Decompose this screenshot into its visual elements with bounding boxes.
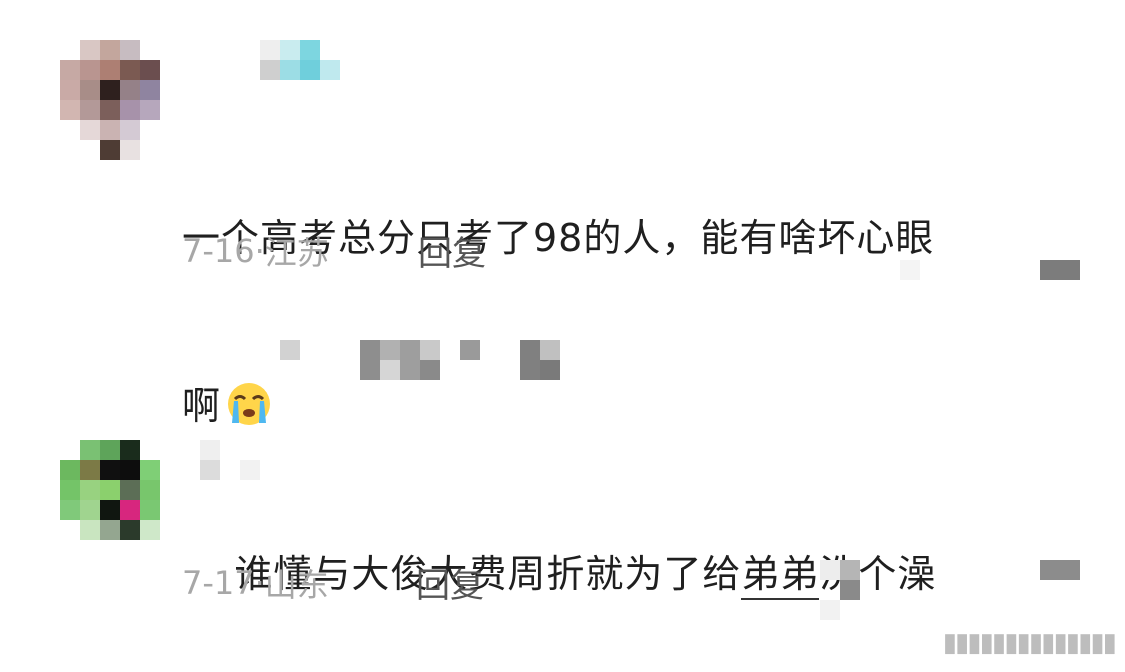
like-icon[interactable] — [1040, 560, 1080, 580]
redacted-block — [420, 360, 440, 380]
redacted-block — [360, 340, 380, 380]
username-fragment — [200, 460, 220, 480]
username-fragment — [300, 60, 320, 80]
redacted-block — [820, 560, 840, 580]
loudly-crying-face-emoji-icon — [228, 383, 271, 425]
username-fragment — [260, 60, 280, 80]
redacted-block — [820, 600, 840, 620]
redacted-block — [540, 360, 560, 380]
comment-link-word[interactable]: 弟弟 — [741, 552, 820, 600]
comment-location: 山东 — [264, 566, 329, 604]
redacted-block — [380, 360, 400, 380]
redacted-block — [420, 340, 440, 360]
redacted-block — [900, 260, 920, 280]
comment-location: 江苏 — [264, 234, 329, 272]
watermark: ▮▮▮▮▮▮▮▮▮▮▮▮▮▮ — [942, 628, 1117, 658]
avatar[interactable] — [60, 40, 160, 140]
like-icon[interactable] — [1040, 260, 1080, 280]
reply-button[interactable]: 回复 — [416, 558, 484, 607]
redacted-block — [520, 340, 540, 380]
comment-date: 7-17· — [182, 564, 265, 602]
username-fragment — [280, 60, 300, 80]
comment-text-line-2: 啊 — [182, 378, 1082, 434]
redacted-block — [380, 340, 400, 360]
comment-meta: 7-16· 江苏 — [182, 228, 329, 274]
comment-date: 7-16· — [182, 232, 265, 270]
redacted-block — [400, 340, 420, 380]
comment-text: 一个高考总分只考了98的人，能有啥坏心眼 啊 — [182, 98, 1082, 546]
username-fragment — [240, 460, 260, 480]
redacted-block — [540, 340, 560, 360]
comment-text-line-2-text: 啊 — [182, 384, 222, 428]
avatar[interactable] — [60, 440, 160, 540]
redacted-block — [460, 340, 480, 360]
redacted-block — [840, 560, 860, 580]
comment-meta: 7-17· 山东 — [182, 560, 329, 606]
redacted-block — [840, 580, 860, 600]
username-fragment[interactable] — [200, 440, 220, 460]
username-fragment — [320, 60, 340, 80]
redacted-block — [280, 340, 300, 360]
reply-button[interactable]: 回复 — [418, 226, 486, 275]
avatar-fragment — [120, 140, 140, 160]
avatar-fragment — [100, 140, 120, 160]
